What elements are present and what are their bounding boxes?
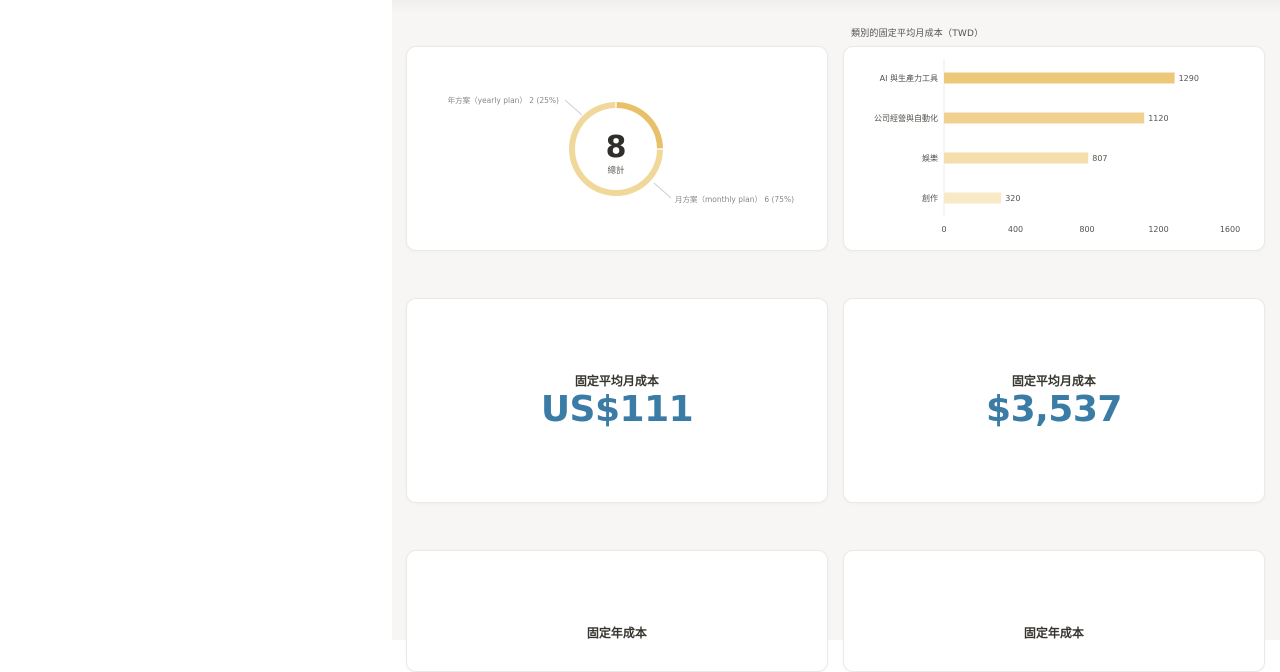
bar-value-rect: [944, 152, 1089, 164]
twd-monthly-cost-label: 固定平均月成本: [1011, 374, 1096, 388]
bar-value-rect: [944, 192, 1002, 204]
bar-category-label: 創作: [922, 193, 938, 203]
bar-value-label: 320: [1005, 194, 1020, 203]
annual-cost-label-2: 固定年成本: [1023, 626, 1084, 640]
usd-monthly-cost-value: US$111: [540, 389, 694, 430]
donut-label-monthly: 月方案（monthly plan） 6 (75%): [675, 194, 794, 204]
twd-monthly-cost-value: $3,537: [986, 389, 1122, 430]
bar-category-label: 娛樂: [922, 153, 938, 163]
plan-type-donut-card: 年方案（yearly plan） 2 (25%) 月方案（monthly pla…: [406, 46, 828, 251]
donut-total-value: 8: [606, 130, 627, 165]
x-axis-tick-label: 400: [1008, 225, 1023, 234]
top-divider: [392, 0, 1280, 14]
callout-line-yearly: [564, 99, 583, 116]
bar-value-rect: [944, 72, 1175, 84]
usd-monthly-cost-card: 固定平均月成本 US$111: [406, 298, 828, 503]
bar-chart-title: 類別的固定平均月成本（TWD）: [851, 29, 984, 39]
dashboard-main: 年方案（yearly plan） 2 (25%) 月方案（monthly pla…: [392, 0, 1280, 672]
x-axis-tick-label: 1200: [1148, 225, 1168, 234]
x-axis-tick-label: 800: [1079, 225, 1094, 234]
bar-value-label: 1120: [1148, 114, 1168, 123]
donut-label-yearly: 年方案（yearly plan） 2 (25%): [448, 95, 559, 105]
donut-total-label: 總計: [607, 165, 625, 176]
category-cost-bar-chart: AI 與生產力工具 1290 公司經營與自動化 1120 娛樂 807 創作 320 0 400…: [874, 59, 1240, 234]
annual-cost-label-1: 固定年成本: [586, 626, 647, 640]
plan-type-donut-chart: 年方案（yearly plan） 2 (25%) 月方案（monthly pla…: [448, 95, 794, 204]
x-axis-tick-label: 0: [941, 225, 946, 234]
callout-line-monthly: [653, 182, 672, 199]
usd-monthly-cost-label: 固定平均月成本: [574, 374, 659, 388]
bar-category-label: 公司經營與自動化: [874, 113, 938, 123]
annual-cost-card-1: 固定年成本: [406, 550, 828, 672]
annual-cost-card-2: 固定年成本: [843, 550, 1265, 672]
twd-monthly-cost-card: 固定平均月成本 $3,537: [843, 298, 1265, 503]
x-axis-tick-label: 1600: [1220, 225, 1240, 234]
category-cost-bar-card: AI 與生產力工具 1290 公司經營與自動化 1120 娛樂 807 創作 320 0 400…: [843, 46, 1265, 251]
bar-value-label: 807: [1092, 154, 1107, 163]
bar-value-label: 1290: [1179, 74, 1199, 83]
sidebar: [0, 0, 392, 640]
bar-category-label: AI 與生產力工具: [880, 73, 938, 83]
bar-value-rect: [944, 112, 1145, 124]
